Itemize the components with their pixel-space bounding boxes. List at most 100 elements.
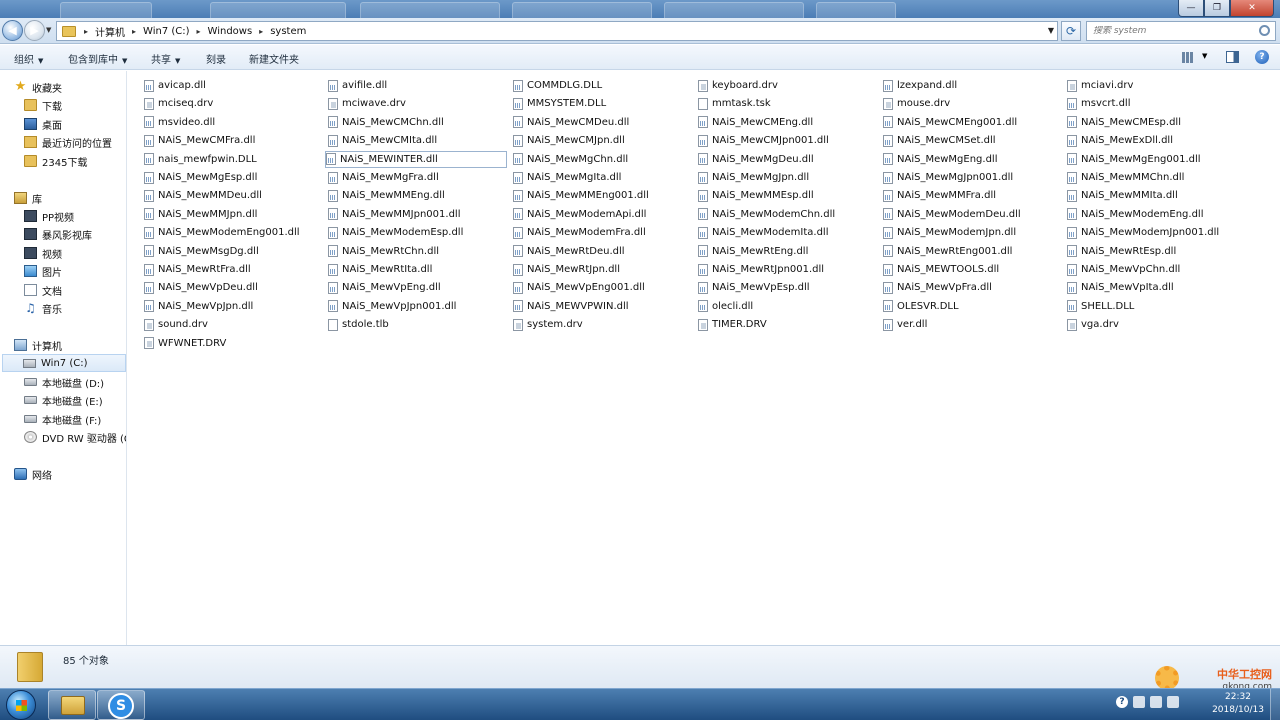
file-item[interactable]: avifile.dll: [328, 77, 510, 94]
file-item[interactable]: NAiS_MewMgChn.dll: [513, 151, 695, 168]
file-item[interactable]: NAiS_MewRtFra.dll: [144, 261, 326, 278]
file-item[interactable]: SHELL.DLL: [1067, 298, 1249, 315]
file-item[interactable]: mciseq.drv: [144, 95, 326, 112]
search-icon[interactable]: [1259, 25, 1270, 36]
file-item[interactable]: NAiS_MewRtIta.dll: [328, 261, 510, 278]
breadcrumb-computer[interactable]: 计算机: [92, 24, 128, 39]
nav-d-drive[interactable]: 本地磁盘 (D:): [24, 373, 126, 391]
file-item[interactable]: NAiS_MewMMEsp.dll: [698, 187, 880, 204]
organize-button[interactable]: 组织 ▼: [14, 51, 43, 66]
taskbar-app[interactable]: S: [97, 690, 145, 720]
file-item[interactable]: NAiS_MewModemIta.dll: [698, 224, 880, 241]
file-item[interactable]: NAiS_MewRtDeu.dll: [513, 243, 695, 260]
file-item[interactable]: NAiS_MewMMChn.dll: [1067, 169, 1249, 186]
nav-recent-places[interactable]: 最近访问的位置: [24, 133, 126, 151]
file-item[interactable]: olecli.dll: [698, 298, 880, 315]
flag-tray-icon[interactable]: [1133, 696, 1145, 708]
nav-dvd-drive[interactable]: DVD RW 驱动器 (G: [24, 428, 126, 446]
file-item[interactable]: NAiS_MewMMDeu.dll: [144, 187, 326, 204]
file-item[interactable]: msvcrt.dll: [1067, 95, 1249, 112]
file-item[interactable]: NAiS_MewCMFra.dll: [144, 132, 326, 149]
nav-libraries[interactable]: 库: [14, 189, 126, 207]
file-item[interactable]: WFWNET.DRV: [144, 335, 326, 352]
background-tab[interactable]: [60, 2, 152, 18]
file-item[interactable]: MMSYSTEM.DLL: [513, 95, 695, 112]
nav-downloads[interactable]: 下载: [24, 96, 126, 114]
nav-storm-library[interactable]: 暴风影视库: [24, 225, 126, 243]
background-tab[interactable]: [664, 2, 804, 18]
taskbar-clock[interactable]: 22:32 2018/10/13: [1207, 691, 1269, 717]
file-item[interactable]: NAiS_MewMMJpn.dll: [144, 206, 326, 223]
refresh-button[interactable]: ⟳: [1061, 21, 1081, 41]
nav-f-drive[interactable]: 本地磁盘 (F:): [24, 410, 126, 428]
file-item[interactable]: ver.dll: [883, 316, 1065, 333]
file-item[interactable]: avicap.dll: [144, 77, 326, 94]
file-item[interactable]: NAiS_MewMgJpn001.dll: [883, 169, 1065, 186]
nav-computer[interactable]: 计算机: [14, 336, 126, 354]
file-item[interactable]: NAiS_MewMgEng.dll: [883, 151, 1065, 168]
file-item[interactable]: system.drv: [513, 316, 695, 333]
file-item[interactable]: NAiS_MewMgJpn.dll: [698, 169, 880, 186]
nav-desktop[interactable]: 桌面: [24, 115, 126, 133]
file-item[interactable]: NAiS_MewMMFra.dll: [883, 187, 1065, 204]
file-item[interactable]: NAiS_MewRtEng.dll: [698, 243, 880, 260]
file-item[interactable]: NAiS_MewCMJpn.dll: [513, 132, 695, 149]
file-item[interactable]: NAiS_MewModemApi.dll: [513, 206, 695, 223]
burn-button[interactable]: 刻录: [206, 51, 226, 66]
file-item[interactable]: NAiS_MewCMEng001.dll: [883, 114, 1065, 131]
start-button[interactable]: [6, 690, 36, 720]
file-item[interactable]: NAiS_MewModemEng001.dll: [144, 224, 326, 241]
nav-c-drive[interactable]: Win7 (C:): [2, 354, 126, 372]
background-tab[interactable]: [816, 2, 896, 18]
maximize-button[interactable]: ❐: [1204, 0, 1230, 17]
file-item[interactable]: OLESVR.DLL: [883, 298, 1065, 315]
file-item[interactable]: NAiS_MewModemEng.dll: [1067, 206, 1249, 223]
nav-videos[interactable]: 视频: [24, 244, 126, 262]
file-list[interactable]: avicap.dll avifile.dll COMMDLG.DLL keyboard…: [128, 71, 1280, 645]
file-item[interactable]: NAiS_MewModemChn.dll: [698, 206, 880, 223]
file-item[interactable]: mciavi.drv: [1067, 77, 1249, 94]
nav-pp-video[interactable]: PP视频: [24, 207, 126, 225]
file-item[interactable]: NAiS_MewCMJpn001.dll: [698, 132, 880, 149]
file-item[interactable]: NAiS_MewRtJpn001.dll: [698, 261, 880, 278]
breadcrumb-windows[interactable]: Windows: [205, 26, 256, 37]
preview-pane-icon[interactable]: [1226, 51, 1239, 63]
file-item[interactable]: NAiS_MEWVPWIN.dll: [513, 298, 695, 315]
file-item[interactable]: NAiS_MewModemFra.dll: [513, 224, 695, 241]
file-item[interactable]: NAiS_MewCMIta.dll: [328, 132, 510, 149]
file-item[interactable]: lzexpand.dll: [883, 77, 1065, 94]
back-button[interactable]: ◀: [2, 20, 23, 41]
file-item[interactable]: NAiS_MewRtEng001.dll: [883, 243, 1065, 260]
minimize-button[interactable]: —: [1178, 0, 1204, 17]
file-item[interactable]: mmtask.tsk: [698, 95, 880, 112]
share-button[interactable]: 共享 ▼: [151, 51, 180, 66]
nav-e-drive[interactable]: 本地磁盘 (E:): [24, 391, 126, 409]
chevron-down-icon[interactable]: ▼: [1202, 52, 1207, 60]
file-item[interactable]: stdole.tlb: [328, 316, 510, 333]
file-item[interactable]: NAiS_MewVpFra.dll: [883, 279, 1065, 296]
file-item[interactable]: NAiS_MewCMEng.dll: [698, 114, 880, 131]
file-item[interactable]: NAiS_MewExDll.dll: [1067, 132, 1249, 149]
file-item[interactable]: NAiS_MewModemJpn.dll: [883, 224, 1065, 241]
file-item[interactable]: NAiS_MewCMSet.dll: [883, 132, 1065, 149]
background-tab[interactable]: [210, 2, 346, 18]
nav-music[interactable]: ♫ 音乐: [24, 299, 126, 317]
file-item[interactable]: NAiS_MewModemEsp.dll: [328, 224, 510, 241]
file-item[interactable]: NAiS_MewMgEsp.dll: [144, 169, 326, 186]
file-item[interactable]: NAiS_MewMMEng.dll: [328, 187, 510, 204]
file-item[interactable]: NAiS_MewVpChn.dll: [1067, 261, 1249, 278]
help-icon[interactable]: ?: [1255, 50, 1269, 64]
file-item[interactable]: COMMDLG.DLL: [513, 77, 695, 94]
file-item[interactable]: NAiS_MewRtEsp.dll: [1067, 243, 1249, 260]
file-item[interactable]: NAiS_MewVpEsp.dll: [698, 279, 880, 296]
include-in-library-button[interactable]: 包含到库中 ▼: [68, 51, 127, 66]
file-item[interactable]: NAiS_MewVpIta.dll: [1067, 279, 1249, 296]
forward-button[interactable]: ▶: [24, 20, 45, 41]
chevron-right-icon[interactable]: ▸: [193, 27, 205, 36]
file-item[interactable]: NAiS_MewVpEng001.dll: [513, 279, 695, 296]
nav-network[interactable]: 网络: [14, 465, 126, 483]
file-item[interactable]: NAiS_MewMgEng001.dll: [1067, 151, 1249, 168]
breadcrumb-system[interactable]: system: [267, 26, 309, 37]
file-item[interactable]: NAiS_MewCMEsp.dll: [1067, 114, 1249, 131]
search-box[interactable]: [1086, 21, 1276, 41]
